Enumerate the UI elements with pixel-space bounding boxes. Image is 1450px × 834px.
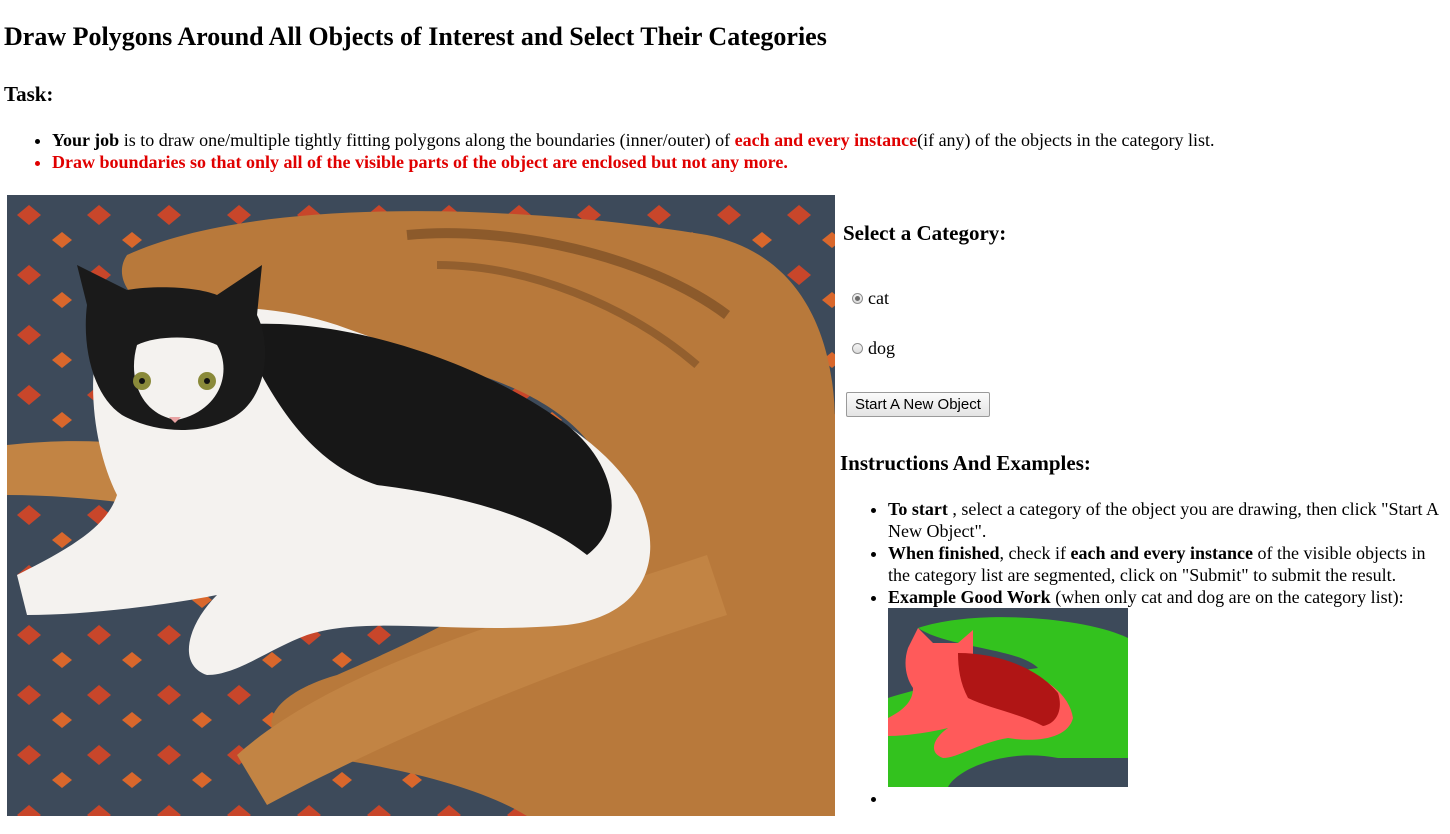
to-start-text: , select a category of the object you ar… [888,499,1439,541]
select-category-heading: Select a Category: [843,221,1007,245]
start-new-object-button[interactable]: Start A New Object [846,392,990,417]
instruction-finished: When finished, check if each and every i… [888,542,1448,586]
finished-text-1: , check if [999,543,1071,563]
dog-radio-label: dog [868,338,895,358]
page-title: Draw Polygons Around All Objects of Inte… [4,22,827,51]
your-job-label: Your job [52,130,120,150]
dog-radio[interactable] [852,343,863,354]
task-bullet-job: Your job is to draw one/multiple tightly… [52,129,1214,151]
task-text-1: is to draw one/multiple tightly fitting … [119,130,735,150]
example-segmentation-image [888,608,1128,787]
each-instance-label: each and every instance [1070,543,1253,563]
each-instance-emphasis: each and every instance [734,130,918,150]
category-option-dog[interactable]: dog [852,338,895,359]
example-good-work-label: Example Good Work [888,587,1051,607]
cat-radio[interactable] [852,293,863,304]
example-text: (when only cat and dog are on the catego… [1050,587,1404,607]
annotation-canvas-image[interactable] [7,195,835,816]
instruction-start: To start , select a category of the obje… [888,498,1448,542]
instructions-heading: Instructions And Examples: [840,451,1091,475]
to-start-label: To start [888,499,948,519]
instruction-empty-item [888,787,1448,809]
task-list: Your job is to draw one/multiple tightly… [52,129,1214,173]
task-heading: Task: [4,82,54,106]
when-finished-label: When finished [888,543,1000,563]
cat-radio-label: cat [868,288,889,308]
category-option-cat[interactable]: cat [852,288,889,309]
task-bullet-boundaries: Draw boundaries so that only all of the … [52,151,1214,173]
task-text-2: (if any) of the objects in the category … [917,130,1215,150]
cat-dog-photo [7,195,835,816]
instruction-example: Example Good Work (when only cat and dog… [888,586,1448,787]
instructions-list: To start , select a category of the obje… [888,498,1448,809]
boundaries-warning: Draw boundaries so that only all of the … [52,152,788,172]
